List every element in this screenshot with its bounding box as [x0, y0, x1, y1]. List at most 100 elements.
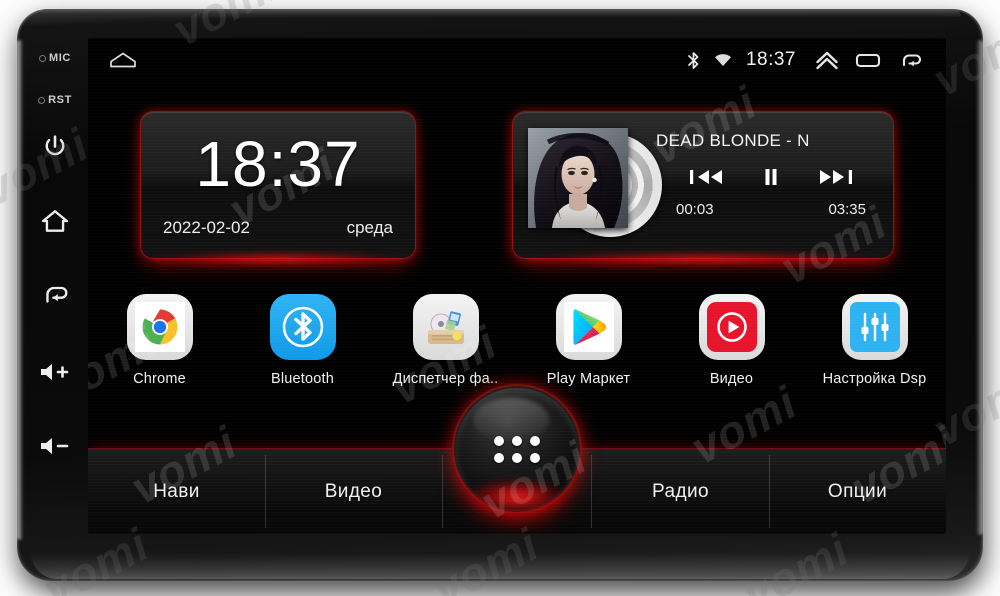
statusbar-recents-button[interactable] [854, 50, 882, 70]
mic-label-group: MIC [39, 52, 71, 64]
drawer-dot [494, 452, 504, 463]
wifi-icon [714, 54, 731, 66]
volume-up-button[interactable] [25, 360, 85, 384]
home-hardware-button[interactable] [25, 208, 85, 234]
chevron-up-icon [816, 51, 838, 70]
album-art-image [528, 128, 628, 228]
reset-pinhole-icon [38, 96, 46, 104]
drawer-dot [512, 452, 522, 463]
drawer-dot [494, 435, 504, 446]
mic-hole-icon [39, 54, 47, 62]
chrome-icon-tile [126, 294, 193, 360]
app-chrome[interactable]: Chrome [88, 294, 231, 387]
volume-down-icon [41, 438, 69, 454]
app-file-manager[interactable]: Диспетчер фа.. [374, 294, 517, 387]
chrome-icon-inner [134, 302, 185, 352]
statusbar-back-button[interactable] [896, 50, 924, 70]
reset-label: RST [48, 94, 72, 106]
playback-times: 00:03 03:35 [662, 201, 880, 218]
volume-down-button[interactable] [25, 434, 85, 458]
app-grid: Chrome Bluetooth Диспетчер фа.. Play Мар… [88, 294, 946, 387]
duration-time: 03:35 [828, 201, 866, 218]
app-label: Настройка Dsp [822, 371, 927, 387]
statusbar-right-group: 18:37 [687, 49, 946, 71]
chrome-icon [142, 309, 177, 345]
dock-item-video[interactable]: Видео [265, 449, 442, 534]
clock-time: 18:37 [195, 128, 361, 200]
dsp-icon-tile [841, 294, 908, 360]
hardware-button-column: MIC RST [22, 34, 88, 544]
android-screen[interactable]: 18:37 18:37 2022-02-02 среда DEAD BLONDE… [88, 38, 946, 534]
next-track-icon [820, 170, 853, 184]
play-pause-button[interactable] [761, 165, 781, 189]
power-icon [45, 135, 65, 156]
power-button[interactable] [25, 134, 85, 160]
elapsed-time: 00:03 [676, 201, 714, 218]
video-icon-inner [706, 302, 757, 352]
app-label: Chrome [133, 371, 186, 387]
prev-track-button[interactable] [688, 165, 726, 189]
bluetooth-icon [688, 51, 699, 69]
statusbar-home-button[interactable] [106, 49, 140, 71]
app-dsp-settings[interactable]: Настройка Dsp [803, 294, 946, 387]
album-cover-artwork [528, 128, 628, 228]
bluetooth-app-icon [282, 306, 323, 348]
app-label: Play Маркет [546, 371, 631, 387]
app-label: Bluetooth [270, 371, 335, 387]
video-player-icon [716, 312, 747, 342]
play-store-icon [572, 309, 606, 345]
clock-widget[interactable]: 18:37 2022-02-02 среда [141, 112, 415, 258]
dock-item-navi[interactable]: Нави [88, 449, 265, 534]
album-art-group [522, 121, 662, 249]
file-manager-icon [427, 311, 464, 344]
home-icon [41, 210, 69, 232]
app-drawer-dots-icon [494, 435, 540, 463]
media-player-widget[interactable]: DEAD BLONDE - N 00:03 03:35 [513, 112, 893, 258]
dock-item-radio[interactable]: Радио [592, 449, 769, 534]
back-arrow-icon [46, 286, 68, 303]
pause-icon [765, 169, 777, 185]
clock-date: 2022-02-02 [163, 218, 250, 237]
recents-icon [855, 53, 881, 68]
track-title: DEAD BLONDE - N [656, 131, 810, 150]
dock-item-options[interactable]: Опции [769, 449, 946, 534]
bluetooth-icon-tile [269, 294, 336, 360]
app-play-store[interactable]: Play Маркет [517, 294, 660, 387]
statusbar-expand-button[interactable] [814, 49, 840, 71]
bezel-right-edge [976, 40, 983, 535]
clock-weekday: среда [346, 218, 393, 237]
mic-label: MIC [49, 52, 71, 64]
previous-track-icon [689, 170, 722, 184]
drawer-dot [530, 435, 540, 446]
dsp-icon-inner [849, 302, 900, 352]
video-icon-tile [698, 294, 765, 360]
media-controls-group: DEAD BLONDE - N 00:03 03:35 [654, 121, 884, 249]
volume-up-icon [41, 364, 69, 380]
file-manager-icon-tile [412, 294, 479, 360]
bluetooth-status-icon [687, 51, 700, 70]
play-store-icon-tile [555, 294, 622, 360]
reset-button[interactable]: RST [25, 94, 85, 106]
home-outline-icon [110, 52, 136, 68]
mic-hole: MIC [25, 52, 85, 64]
next-track-button[interactable] [816, 165, 854, 189]
status-bar: 18:37 [88, 38, 946, 82]
drawer-dot [530, 452, 540, 463]
play-store-icon-inner [563, 302, 614, 352]
app-label: Диспетчер фа.. [392, 371, 499, 387]
app-label: Видео [709, 371, 754, 387]
back-arrow-icon [902, 54, 922, 67]
screenshot-stage: MIC RST 18:37 18:37 2022-02-02 среда DEA… [0, 0, 1000, 596]
app-drawer-button[interactable] [456, 388, 578, 510]
widget-row: 18:37 2022-02-02 среда DEAD BLONDE - N 0… [88, 86, 946, 286]
reset-label-group: RST [38, 94, 72, 106]
transport-controls [662, 165, 880, 189]
drawer-dot [512, 435, 522, 446]
app-video[interactable]: Видео [660, 294, 803, 387]
clock-subline: 2022-02-02 среда [141, 218, 415, 238]
back-hardware-button[interactable] [25, 282, 85, 308]
dsp-equalizer-icon [861, 312, 888, 342]
app-bluetooth[interactable]: Bluetooth [231, 294, 374, 387]
statusbar-clock: 18:37 [745, 49, 796, 70]
wifi-status-icon [714, 53, 732, 67]
